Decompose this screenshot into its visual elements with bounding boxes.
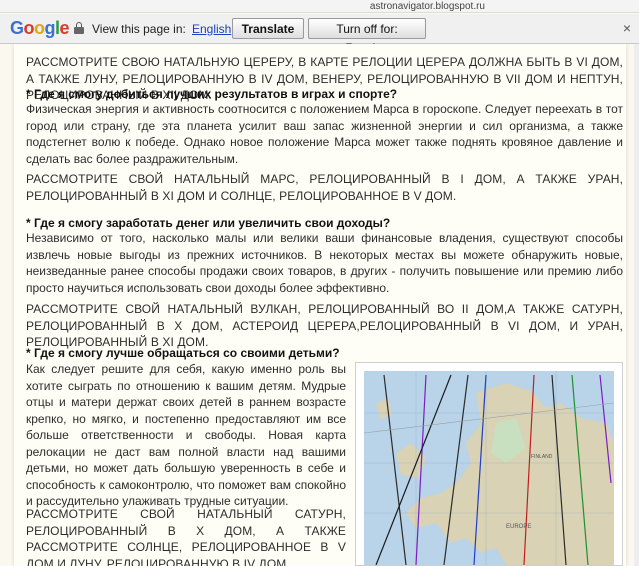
close-icon[interactable]: × xyxy=(623,20,631,36)
language-select[interactable]: English xyxy=(192,22,231,36)
view-page-label: View this page in: xyxy=(92,22,186,36)
map-label-europe: EUROPE xyxy=(506,524,531,530)
url-strip: astronavigator.blogspot.ru xyxy=(0,0,639,13)
page-url: astronavigator.blogspot.ru xyxy=(369,1,485,12)
map-label-finland: FINLAND xyxy=(531,454,553,460)
map-graphic: FINLAND EUROPE xyxy=(356,363,622,566)
lock-icon xyxy=(74,22,84,34)
paragraph-sports: Физическая энергия и активность соотноси… xyxy=(26,102,623,166)
google-logo: Google xyxy=(10,18,70,38)
paragraph-money: Независимо от того, насколько малы или в… xyxy=(26,231,623,295)
paragraph-mars: РАССМОТРИТЕ СВОЙ НАТАЛЬНЫЙ МАРС, РЕЛОЦИР… xyxy=(26,172,623,203)
article-column: РАССМОТРИТЕ СВОЮ НАТАЛЬНУЮ ЦЕРЕРУ, В КАР… xyxy=(14,44,626,566)
astro-map-image[interactable]: FINLAND EUROPE xyxy=(355,362,623,566)
heading-children: * Где я смогу лучше обращаться со своими… xyxy=(26,346,340,360)
scrollbar[interactable] xyxy=(634,44,639,566)
google-translate-bar: Google View this page in: English Transl… xyxy=(0,14,639,55)
paragraph-children: Как следует решите для себя, какую именн… xyxy=(26,362,346,508)
translate-button[interactable]: Translate xyxy=(232,18,304,39)
page-content: РАССМОТРИТЕ СВОЮ НАТАЛЬНУЮ ЦЕРЕРУ, В КАР… xyxy=(0,44,639,566)
paragraph-vulcan: РАССМОТРИТЕ СВОЙ НАТАЛЬНЫЙ ВУЛКАН, РЕЛОЦ… xyxy=(26,302,623,349)
turn-off-button[interactable]: Turn off for: Russian xyxy=(308,18,426,55)
paragraph-saturn: РАССМОТРИТЕ СВОЙ НАТАЛЬНЫЙ САТУРН, РЕЛОЦ… xyxy=(26,507,346,566)
